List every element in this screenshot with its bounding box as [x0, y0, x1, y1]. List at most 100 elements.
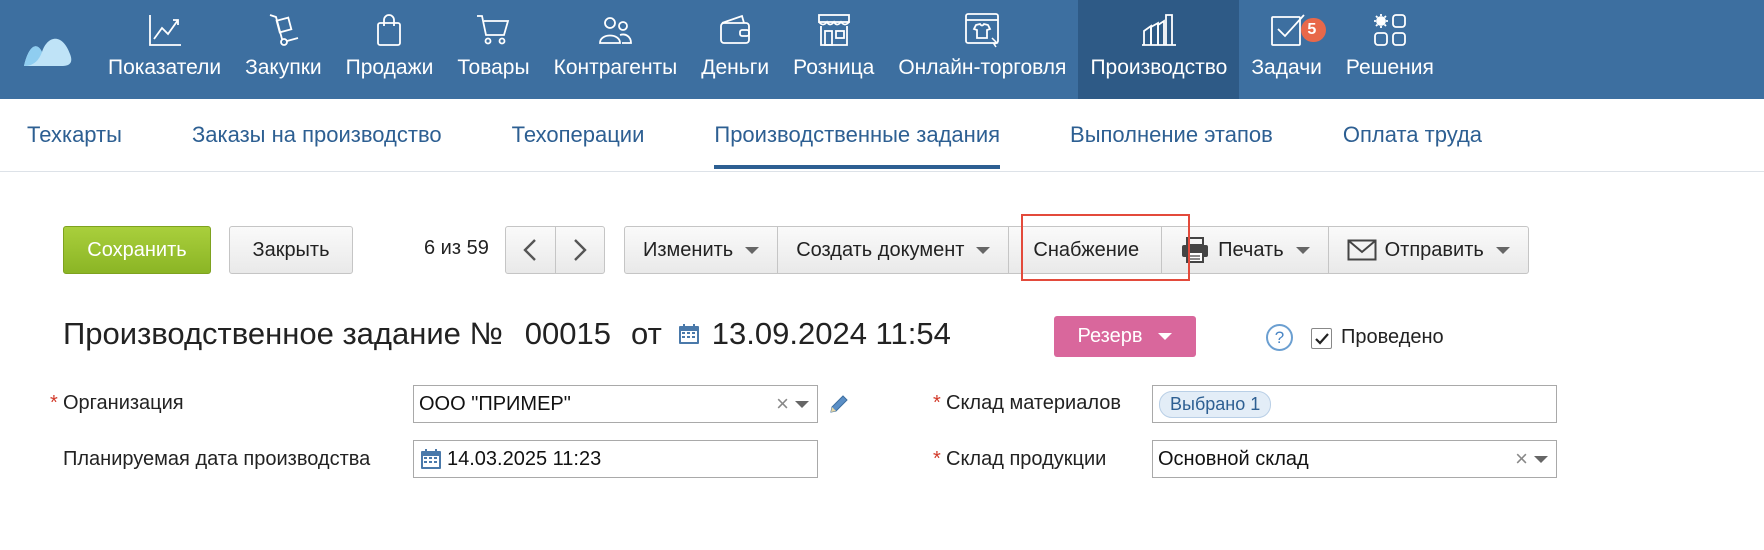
subnav-stage-execution[interactable]: Выполнение этапов [1070, 99, 1273, 171]
nav-item-solutions[interactable]: Решения [1334, 0, 1446, 99]
record-pager [505, 226, 605, 274]
apps-grid-icon [1368, 8, 1412, 52]
envelope-icon [1347, 239, 1377, 261]
nav-item-indicators[interactable]: Показатели [96, 0, 233, 99]
cart-icon [471, 8, 515, 52]
date-prefix: от [631, 316, 662, 351]
subnav-labor-payment[interactable]: Оплата труда [1343, 99, 1482, 171]
nav-item-label: Товары [457, 56, 530, 79]
organization-field[interactable]: ООО "ПРИМЕР" × [413, 385, 818, 423]
chevron-down-icon [976, 246, 991, 254]
chevron-down-icon[interactable] [795, 400, 809, 408]
pencil-edit-icon[interactable] [828, 393, 850, 420]
wallet-icon [713, 8, 757, 52]
status-dropdown[interactable]: Резерв [1054, 316, 1196, 357]
materials-warehouse-label: Склад материалов [946, 392, 1121, 414]
edit-dropdown-button[interactable]: Изменить [625, 227, 777, 273]
calendar-icon[interactable] [678, 323, 700, 345]
calendar-icon[interactable] [414, 448, 442, 470]
document-actions-group: Изменить Создать документ Снабжение Печа… [624, 226, 1529, 274]
nav-item-production[interactable]: Производство [1078, 0, 1240, 99]
nav-item-label: Онлайн-торговля [898, 56, 1067, 79]
create-document-dropdown-button[interactable]: Создать документ [777, 227, 1008, 273]
posted-label: Проведено [1341, 326, 1444, 348]
chevron-down-icon [1158, 333, 1173, 340]
chevron-right-icon [573, 239, 587, 261]
planned-date-value: 14.03.2025 11:23 [447, 447, 602, 470]
product-warehouse-value: Основной склад [1158, 447, 1309, 470]
materials-warehouse-field[interactable]: Выбрано 1 [1152, 385, 1557, 423]
print-label: Печать [1218, 238, 1284, 261]
nav-item-label: Закупки [245, 56, 322, 79]
posted-checkbox[interactable] [1311, 328, 1332, 349]
chevron-down-icon [745, 246, 760, 254]
hand-truck-icon [261, 8, 305, 52]
organization-label: Организация [63, 392, 184, 414]
top-navigation: Показатели Закупки Продажи Товары Контра… [0, 0, 1764, 99]
subnav-production-orders[interactable]: Заказы на производство [192, 99, 442, 171]
page-title: Производственное задание № 00015 от 13.0… [63, 316, 951, 352]
nav-item-label: Производство [1090, 56, 1228, 79]
print-dropdown-button[interactable]: Печать [1161, 227, 1328, 273]
close-button[interactable]: Закрыть [229, 226, 353, 274]
nav-item-label: Деньги [701, 56, 770, 79]
subnav-production-tasks[interactable]: Производственные задания [714, 99, 1000, 171]
required-marker: * [933, 392, 941, 414]
nav-item-label: Показатели [108, 56, 222, 79]
planned-date-label: Планируемая дата производства [63, 448, 371, 470]
nav-item-online-trade[interactable]: Онлайн-торговля [886, 0, 1078, 99]
edit-label: Изменить [643, 238, 734, 261]
production-subnav: Техкарты Заказы на производство Техопера… [0, 99, 1764, 172]
factory-icon [1137, 8, 1181, 52]
chevron-down-icon [1495, 246, 1510, 254]
chevron-down-icon[interactable] [1534, 455, 1548, 463]
nav-item-sales[interactable]: Продажи [334, 0, 446, 99]
document-type-title: Производственное задание № [63, 316, 503, 351]
supply-button[interactable]: Снабжение [1008, 227, 1161, 273]
tasks-count-badge: 5 [1301, 18, 1327, 42]
clear-icon[interactable]: × [776, 393, 789, 415]
planned-date-field[interactable]: 14.03.2025 11:23 [413, 440, 818, 478]
subnav-tech-operations[interactable]: Техоперации [512, 99, 645, 171]
main-menu: Показатели Закупки Продажи Товары Контра… [96, 0, 1446, 99]
document-number[interactable]: 00015 [525, 316, 611, 352]
people-icon [593, 8, 637, 52]
status-label: Резерв [1077, 325, 1143, 347]
nav-item-goods[interactable]: Товары [445, 0, 541, 99]
online-shop-icon [960, 8, 1004, 52]
required-marker: * [933, 448, 941, 470]
chart-line-icon [143, 8, 187, 52]
record-counter: 6 из 59 [424, 237, 489, 259]
nav-item-label: Задачи [1251, 56, 1322, 79]
document-datetime[interactable]: 13.09.2024 11:54 [712, 316, 951, 352]
create-document-label: Создать документ [796, 238, 965, 261]
shopping-bag-icon [367, 8, 411, 52]
send-dropdown-button[interactable]: Отправить [1327, 227, 1528, 273]
nav-item-purchases[interactable]: Закупки [233, 0, 334, 99]
product-warehouse-field[interactable]: Основной склад × [1152, 440, 1557, 478]
nav-item-label: Решения [1345, 56, 1434, 79]
organization-value: ООО "ПРИМЕР" [419, 392, 571, 415]
printer-icon [1182, 237, 1209, 263]
store-icon [812, 8, 856, 52]
clear-icon[interactable]: × [1515, 448, 1528, 470]
app-logo[interactable] [0, 0, 96, 99]
help-icon[interactable]: ? [1266, 324, 1293, 351]
nav-item-label: Контрагенты [553, 56, 678, 79]
nav-item-label: Розница [793, 56, 875, 79]
previous-record-button[interactable] [506, 227, 555, 273]
next-record-button[interactable] [554, 227, 605, 273]
nav-item-label: Продажи [345, 56, 434, 79]
send-label: Отправить [1384, 238, 1484, 261]
subnav-tech-cards[interactable]: Техкарты [27, 99, 122, 171]
logo-icon [24, 38, 72, 66]
nav-item-counterparties[interactable]: Контрагенты [542, 0, 690, 99]
required-marker: * [50, 392, 58, 414]
nav-item-money[interactable]: Деньги [689, 0, 781, 99]
product-warehouse-label: Склад продукции [946, 448, 1107, 470]
nav-item-retail[interactable]: Розница [781, 0, 886, 99]
selected-count-chip[interactable]: Выбрано 1 [1159, 390, 1272, 418]
save-button[interactable]: Сохранить [63, 226, 211, 274]
chevron-down-icon [1295, 246, 1310, 254]
nav-item-tasks[interactable]: 5 Задачи [1239, 0, 1334, 99]
